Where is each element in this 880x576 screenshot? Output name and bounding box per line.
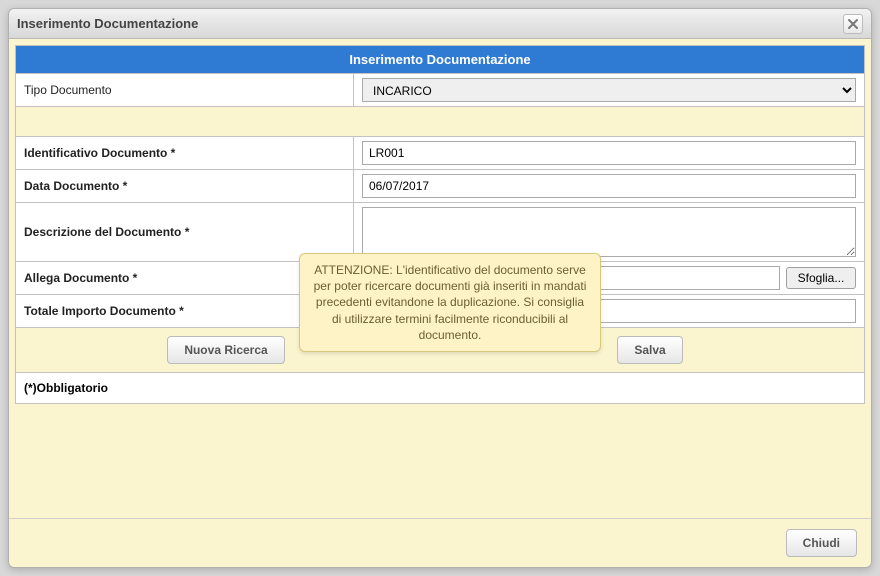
row-identificativo: Identificativo Documento *	[16, 136, 864, 169]
close-button[interactable]	[843, 14, 863, 34]
chiudi-button[interactable]: Chiudi	[786, 529, 857, 557]
data-documento-input[interactable]	[362, 174, 856, 198]
dialog-title: Inserimento Documentazione	[17, 16, 198, 31]
row-tipo-documento: Tipo Documento INCARICO	[16, 73, 864, 106]
descrizione-textarea[interactable]	[362, 207, 856, 257]
close-icon	[846, 17, 860, 31]
footnote: (*)Obbligatorio	[16, 372, 864, 403]
identificativo-input[interactable]	[362, 141, 856, 165]
spacer-row	[16, 106, 864, 136]
salva-button[interactable]: Salva	[617, 336, 682, 364]
warning-tooltip: ATTENZIONE: L'identificativo del documen…	[299, 253, 601, 352]
file-browse-button[interactable]: Sfoglia...	[786, 267, 856, 289]
dialog-window: Inserimento Documentazione Inserimento D…	[8, 8, 872, 568]
panel-title: Inserimento Documentazione	[16, 46, 864, 73]
titlebar: Inserimento Documentazione	[9, 9, 871, 39]
dialog-footer: Chiudi	[9, 518, 871, 567]
label-tipo-documento: Tipo Documento	[16, 74, 354, 106]
tipo-documento-select[interactable]: INCARICO	[362, 78, 856, 102]
nuova-ricerca-button[interactable]: Nuova Ricerca	[167, 336, 284, 364]
row-data-documento: Data Documento *	[16, 169, 864, 202]
label-data-documento: Data Documento *	[16, 170, 354, 202]
label-identificativo: Identificativo Documento *	[16, 137, 354, 169]
